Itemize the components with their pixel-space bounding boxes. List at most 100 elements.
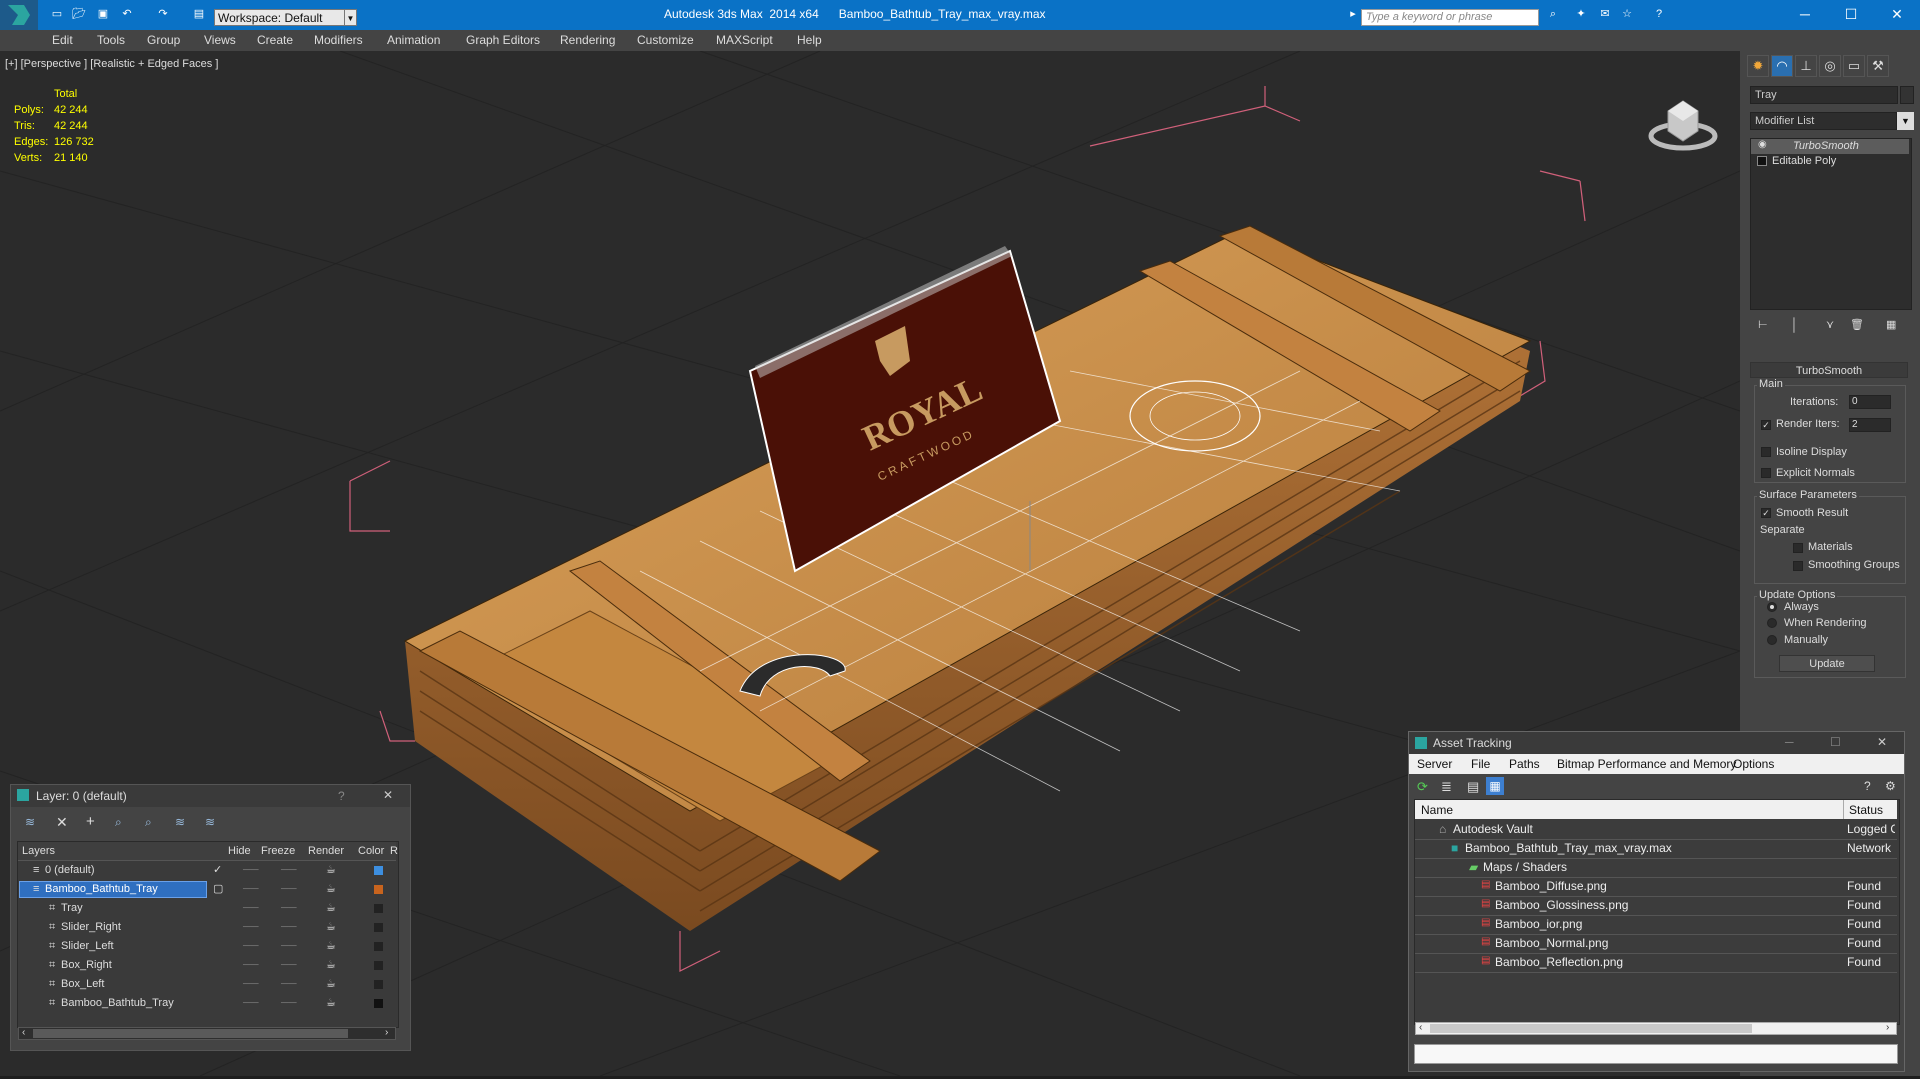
turbosmooth-rollout-header[interactable]: TurboSmooth: [1750, 362, 1908, 378]
when-rendering-radio[interactable]: [1767, 618, 1777, 628]
column-render[interactable]: Render: [308, 845, 344, 857]
layer-window-titlebar[interactable]: Layer: 0 (default) ? ✕: [11, 785, 410, 807]
render-teapot-icon[interactable]: ☕︎: [326, 899, 336, 918]
always-radio[interactable]: [1767, 602, 1777, 612]
menu-edit[interactable]: Edit: [52, 33, 73, 47]
chevron-down-icon[interactable]: ▼: [1897, 112, 1914, 130]
lightbulb-icon[interactable]: ◉: [1758, 139, 1767, 150]
project-folder-icon[interactable]: ▤: [192, 8, 206, 20]
asset-row[interactable]: ▤ Bamboo_Normal.png Found: [1415, 934, 1897, 954]
asset-menu-file[interactable]: File: [1471, 757, 1490, 771]
asset-row[interactable]: ⌂ Autodesk Vault Logged Ou: [1415, 820, 1897, 840]
stack-item-turbosmooth[interactable]: TurboSmooth: [1793, 140, 1859, 152]
settings-icon[interactable]: ⚙: [1885, 779, 1896, 793]
display-tab-icon[interactable]: ▭: [1843, 55, 1865, 77]
tree-view-icon[interactable]: ▤: [1467, 779, 1479, 795]
redo-icon[interactable]: ↷: [156, 8, 170, 20]
asset-row[interactable]: ▤ Bamboo_Diffuse.png Found: [1415, 877, 1897, 897]
smoothing-groups-checkbox[interactable]: [1793, 561, 1803, 571]
maximize-button[interactable]: ☐: [1830, 735, 1841, 749]
app-logo[interactable]: [0, 0, 38, 30]
hide-toggle[interactable]: ──: [243, 956, 259, 975]
close-button[interactable]: ✕: [1877, 735, 1887, 749]
freeze-toggle[interactable]: ──: [281, 880, 297, 899]
undo-icon[interactable]: ↶: [120, 8, 134, 20]
communication-icon[interactable]: ✉: [1598, 8, 1612, 20]
expand-icon[interactable]: [1757, 156, 1767, 166]
freeze-all-icon[interactable]: ≋: [205, 815, 215, 829]
asset-row[interactable]: ▤ Bamboo_Glossiness.png Found: [1415, 896, 1897, 916]
render-teapot-icon[interactable]: ☕︎: [326, 937, 336, 956]
render-teapot-icon[interactable]: ☕︎: [326, 975, 336, 994]
modifier-list-dropdown[interactable]: Modifier List: [1750, 112, 1897, 130]
add-to-layer-icon[interactable]: +: [86, 813, 95, 830]
freeze-toggle[interactable]: ──: [281, 918, 297, 937]
manually-radio[interactable]: [1767, 635, 1777, 645]
object-row[interactable]: ⌗ Box_Right ── ── ☕︎: [19, 956, 397, 975]
subscription-icon[interactable]: ✦: [1574, 8, 1588, 20]
menu-graph-editors[interactable]: Graph Editors: [466, 33, 540, 47]
scroll-left-icon[interactable]: ‹: [1419, 1022, 1422, 1033]
menu-customize[interactable]: Customize: [637, 33, 694, 47]
delete-layer-icon[interactable]: ✕: [56, 814, 68, 831]
column-name[interactable]: Name: [1421, 803, 1453, 817]
modify-tab-icon[interactable]: ◠: [1771, 55, 1793, 77]
freeze-toggle[interactable]: ──: [281, 994, 297, 1013]
close-button[interactable]: ✕: [1882, 4, 1912, 24]
freeze-toggle[interactable]: ──: [281, 956, 297, 975]
layer-horizontal-scrollbar[interactable]: ‹ ›: [18, 1027, 396, 1040]
asset-row[interactable]: ■ Bamboo_Bathtub_Tray_max_vray.max Netwo…: [1415, 839, 1897, 859]
object-row[interactable]: ⌗ Box_Left ── ── ☕︎: [19, 975, 397, 994]
menu-modifiers[interactable]: Modifiers: [314, 33, 363, 47]
motion-tab-icon[interactable]: ◎: [1819, 55, 1841, 77]
viewcube[interactable]: [1648, 86, 1718, 156]
hide-toggle[interactable]: ──: [243, 975, 259, 994]
search-input[interactable]: Type a keyword or phrase: [1361, 9, 1539, 26]
object-row[interactable]: ⌗ Slider_Left ── ── ☕︎: [19, 937, 397, 956]
column-hide[interactable]: Hide: [228, 845, 251, 857]
select-objects-icon[interactable]: ⌕: [115, 815, 122, 830]
object-color-swatch[interactable]: [374, 904, 383, 913]
layer-row[interactable]: ≡ Bamboo_Bathtub_Tray ▢ ── ── ☕︎: [19, 880, 397, 899]
render-teapot-icon[interactable]: ☕︎: [326, 880, 336, 899]
viewport-label[interactable]: [+] [Perspective ] [Realistic + Edged Fa…: [5, 58, 218, 70]
object-color-swatch[interactable]: [374, 980, 383, 989]
minimize-button[interactable]: ─: [1785, 735, 1794, 749]
chevron-down-icon[interactable]: ▼: [344, 9, 357, 26]
asset-window-titlebar[interactable]: Asset Tracking ─ ☐ ✕: [1409, 732, 1904, 754]
freeze-toggle[interactable]: ──: [281, 937, 297, 956]
menu-rendering[interactable]: Rendering: [560, 33, 615, 47]
help-icon[interactable]: ?: [1864, 779, 1871, 793]
refresh-icon[interactable]: ⟳: [1417, 779, 1428, 795]
iterations-spinner[interactable]: 0: [1849, 395, 1891, 409]
scrollbar-thumb[interactable]: [1430, 1024, 1752, 1033]
column-layers[interactable]: Layers: [22, 845, 55, 857]
new-file-icon[interactable]: ▭: [50, 8, 64, 20]
object-row[interactable]: ⌗ Tray ── ── ☕︎: [19, 899, 397, 918]
help-icon[interactable]: ?: [338, 789, 345, 803]
freeze-toggle[interactable]: ──: [281, 975, 297, 994]
active-layer-check-icon[interactable]: ✓: [213, 861, 222, 880]
create-layer-icon[interactable]: ≋: [25, 815, 35, 829]
asset-row[interactable]: ▤ Bamboo_Reflection.png Found: [1415, 953, 1897, 973]
menu-tools[interactable]: Tools: [97, 33, 125, 47]
hide-toggle[interactable]: ──: [243, 899, 259, 918]
column-status[interactable]: Status: [1849, 803, 1883, 817]
asset-row[interactable]: ▤ Bamboo_ior.png Found: [1415, 915, 1897, 935]
object-color-swatch[interactable]: [374, 942, 383, 951]
search-toggle-icon[interactable]: ▸: [1346, 8, 1360, 20]
scroll-right-icon[interactable]: ›: [1886, 1022, 1889, 1033]
layer-color-swatch[interactable]: [374, 885, 383, 894]
open-file-icon[interactable]: 📂︎: [72, 8, 86, 20]
render-teapot-icon[interactable]: ☕︎: [326, 918, 336, 937]
explicit-normals-checkbox[interactable]: [1761, 468, 1771, 478]
object-color-swatch[interactable]: [1900, 86, 1914, 104]
render-iters-checkbox[interactable]: ✓: [1761, 420, 1771, 430]
hide-toggle[interactable]: ──: [243, 861, 259, 880]
asset-menu-bitmap[interactable]: Bitmap Performance and Memory: [1557, 757, 1736, 771]
asset-menu-server[interactable]: Server: [1417, 757, 1452, 771]
scrollbar-thumb[interactable]: [33, 1029, 348, 1038]
isoline-display-checkbox[interactable]: [1761, 447, 1771, 457]
object-color-swatch[interactable]: [374, 923, 383, 932]
table-view-icon[interactable]: ▦: [1486, 777, 1504, 795]
